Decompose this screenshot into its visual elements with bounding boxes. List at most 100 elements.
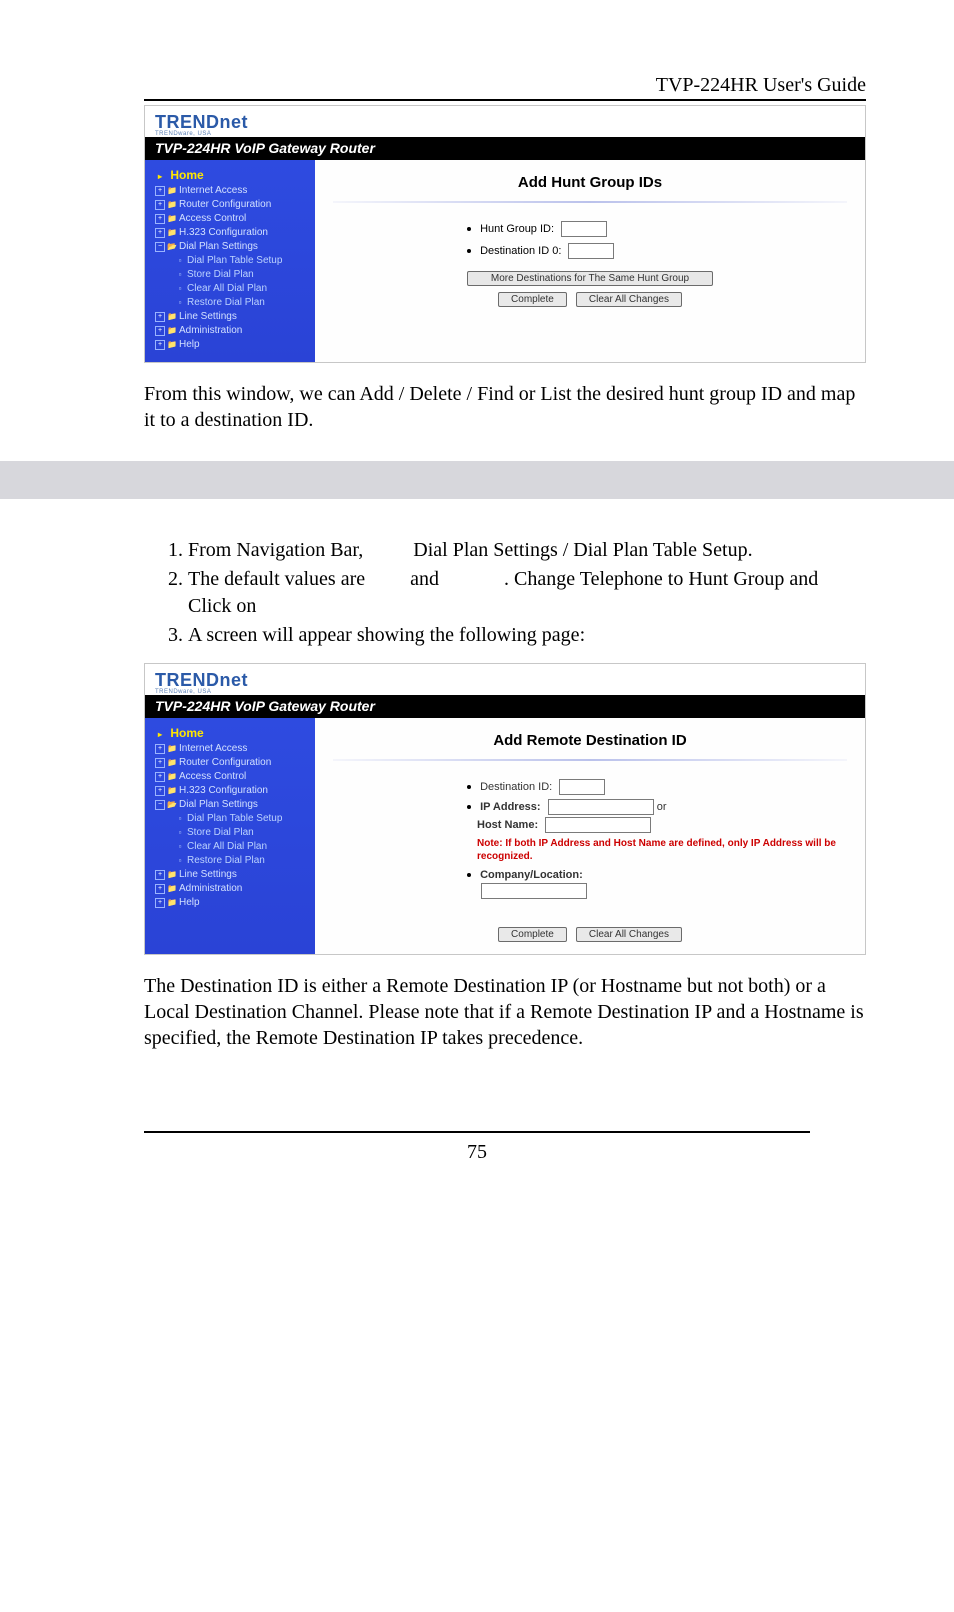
- input-hunt-group-id[interactable]: [561, 221, 607, 237]
- nav-sub-store[interactable]: ▫Store Dial Plan: [175, 268, 311, 281]
- row-more-dest: More Destinations for The Same Hunt Grou…: [327, 271, 853, 286]
- brand-name: TRENDnet: [155, 670, 248, 690]
- expand-icon: +: [155, 744, 165, 754]
- nav-item-help[interactable]: +📁Help: [155, 338, 311, 351]
- page-icon: ▫: [175, 814, 185, 824]
- input-destination-id[interactable]: [568, 243, 614, 259]
- clear-all-button[interactable]: Clear All Changes: [576, 292, 682, 307]
- nav-sidebar: ▸ Home +📁Internet Access +📁Router Config…: [145, 718, 315, 954]
- nav-sub-store[interactable]: ▫Store Dial Plan: [175, 826, 311, 839]
- router-screenshot-1: TRENDnet TRENDware, USA TVP-224HR VoIP G…: [144, 105, 866, 363]
- nav-sub-clear-all[interactable]: ▫Clear All Dial Plan: [175, 840, 311, 853]
- clear-all-button[interactable]: Clear All Changes: [576, 927, 682, 942]
- page-icon: ▫: [175, 284, 185, 294]
- nav-sub-restore[interactable]: ▫Restore Dial Plan: [175, 854, 311, 867]
- home-icon: ▸: [155, 730, 165, 739]
- folder-icon: 📁: [167, 326, 177, 336]
- folder-icon: 📁: [167, 898, 177, 908]
- expand-icon: +: [155, 326, 165, 336]
- footer-rule: [144, 1131, 810, 1133]
- nav-sub-clear-all[interactable]: ▫Clear All Dial Plan: [175, 282, 311, 295]
- router-screenshot-2: TRENDnet TRENDware, USA TVP-224HR VoIP G…: [144, 663, 866, 955]
- expand-icon: +: [155, 758, 165, 768]
- label-destination-id: Destination ID:: [480, 781, 552, 793]
- page-icon: ▫: [175, 256, 185, 266]
- page-number: 75: [82, 1141, 872, 1164]
- nav-label: Line Settings: [179, 869, 237, 880]
- nav-item-access-control[interactable]: +📁Access Control: [155, 212, 311, 225]
- nav-item-administration[interactable]: +📁Administration: [155, 882, 311, 895]
- folder-icon: 📁: [167, 884, 177, 894]
- folder-icon: 📁: [167, 340, 177, 350]
- input-company-location[interactable]: [481, 883, 587, 899]
- row-destination-id: Destination ID 0:: [327, 243, 853, 259]
- nav-item-router-config[interactable]: +📁Router Configuration: [155, 198, 311, 211]
- complete-button[interactable]: Complete: [498, 927, 567, 942]
- step-2-mid: and: [410, 568, 439, 590]
- note-text: Note: If both IP Address and Host Name a…: [477, 837, 853, 863]
- product-title-bar: TVP-224HR VoIP Gateway Router: [145, 695, 865, 718]
- product-title-bar: TVP-224HR VoIP Gateway Router: [145, 137, 865, 160]
- complete-button[interactable]: Complete: [498, 292, 567, 307]
- nav-sub-dial-plan-table[interactable]: ▫Dial Plan Table Setup: [175, 254, 311, 267]
- or-text: or: [657, 801, 667, 813]
- step-1-mid: Dial Plan Settings / Dial Plan Table Set…: [413, 539, 752, 561]
- nav-label: Clear All Dial Plan: [187, 841, 267, 852]
- header-title: TVP-224HR User's Guide: [656, 74, 866, 96]
- nav-home[interactable]: ▸ Home: [155, 726, 311, 740]
- input-ip-address[interactable]: [548, 799, 654, 815]
- logo-area: TRENDnet TRENDware, USA: [145, 106, 865, 137]
- step-1-pre: From Navigation Bar,: [188, 539, 363, 561]
- brand-name: TRENDnet: [155, 112, 248, 132]
- expand-icon: +: [155, 200, 165, 210]
- panel-title: Add Hunt Group IDs: [327, 174, 853, 191]
- nav-item-router-config[interactable]: +📁Router Configuration: [155, 756, 311, 769]
- label-host-name: Host Name:: [477, 819, 538, 831]
- nav-home-label: Home: [170, 168, 203, 182]
- expand-icon: +: [155, 786, 165, 796]
- nav-item-administration[interactable]: +📁Administration: [155, 324, 311, 337]
- step-2-pre: The default values are: [188, 568, 365, 590]
- nav-item-internet-access[interactable]: +📁Internet Access: [155, 742, 311, 755]
- folder-icon: 📁: [167, 228, 177, 238]
- nav-label: Internet Access: [179, 743, 247, 754]
- input-host-name[interactable]: [545, 817, 651, 833]
- page-icon: ▫: [175, 842, 185, 852]
- nav-label: Clear All Dial Plan: [187, 283, 267, 294]
- expand-icon: +: [155, 772, 165, 782]
- nav-label: Router Configuration: [179, 199, 271, 210]
- nav-label: Restore Dial Plan: [187, 855, 265, 866]
- nav-item-access-control[interactable]: +📁Access Control: [155, 770, 311, 783]
- nav-label: Store Dial Plan: [187, 827, 254, 838]
- expand-icon: +: [155, 898, 165, 908]
- expand-icon: +: [155, 884, 165, 894]
- nav-sub-restore[interactable]: ▫Restore Dial Plan: [175, 296, 311, 309]
- nav-sub-dial-plan-table[interactable]: ▫Dial Plan Table Setup: [175, 812, 311, 825]
- nav-label: H.323 Configuration: [179, 227, 268, 238]
- paragraph-1: From this window, we can Add / Delete / …: [144, 381, 866, 433]
- home-icon: ▸: [155, 172, 165, 181]
- nav-label: Help: [179, 339, 200, 350]
- nav-item-line-settings[interactable]: +📁Line Settings: [155, 310, 311, 323]
- label-ip-address: IP Address:: [480, 801, 541, 813]
- bullet-icon: [467, 873, 471, 877]
- step-3: A screen will appear showing the followi…: [188, 622, 866, 649]
- nav-item-h323[interactable]: +📁H.323 Configuration: [155, 226, 311, 239]
- page-icon: ▫: [175, 828, 185, 838]
- nav-label: H.323 Configuration: [179, 785, 268, 796]
- nav-home[interactable]: ▸ Home: [155, 168, 311, 182]
- row-actions: Complete Clear All Changes: [327, 927, 853, 942]
- nav-item-dial-plan[interactable]: −📂Dial Plan Settings: [155, 240, 311, 253]
- input-destination-id[interactable]: [559, 779, 605, 795]
- nav-item-line-settings[interactable]: +📁Line Settings: [155, 868, 311, 881]
- nav-home-label: Home: [170, 726, 203, 740]
- bullet-icon: [467, 249, 471, 253]
- more-destinations-button[interactable]: More Destinations for The Same Hunt Grou…: [467, 271, 713, 286]
- nav-item-h323[interactable]: +📁H.323 Configuration: [155, 784, 311, 797]
- expand-icon: +: [155, 214, 165, 224]
- page-icon: ▫: [175, 270, 185, 280]
- nav-item-help[interactable]: +📁Help: [155, 896, 311, 909]
- nav-item-internet-access[interactable]: +📁Internet Access: [155, 184, 311, 197]
- nav-label: Help: [179, 897, 200, 908]
- nav-item-dial-plan[interactable]: −📂Dial Plan Settings: [155, 798, 311, 811]
